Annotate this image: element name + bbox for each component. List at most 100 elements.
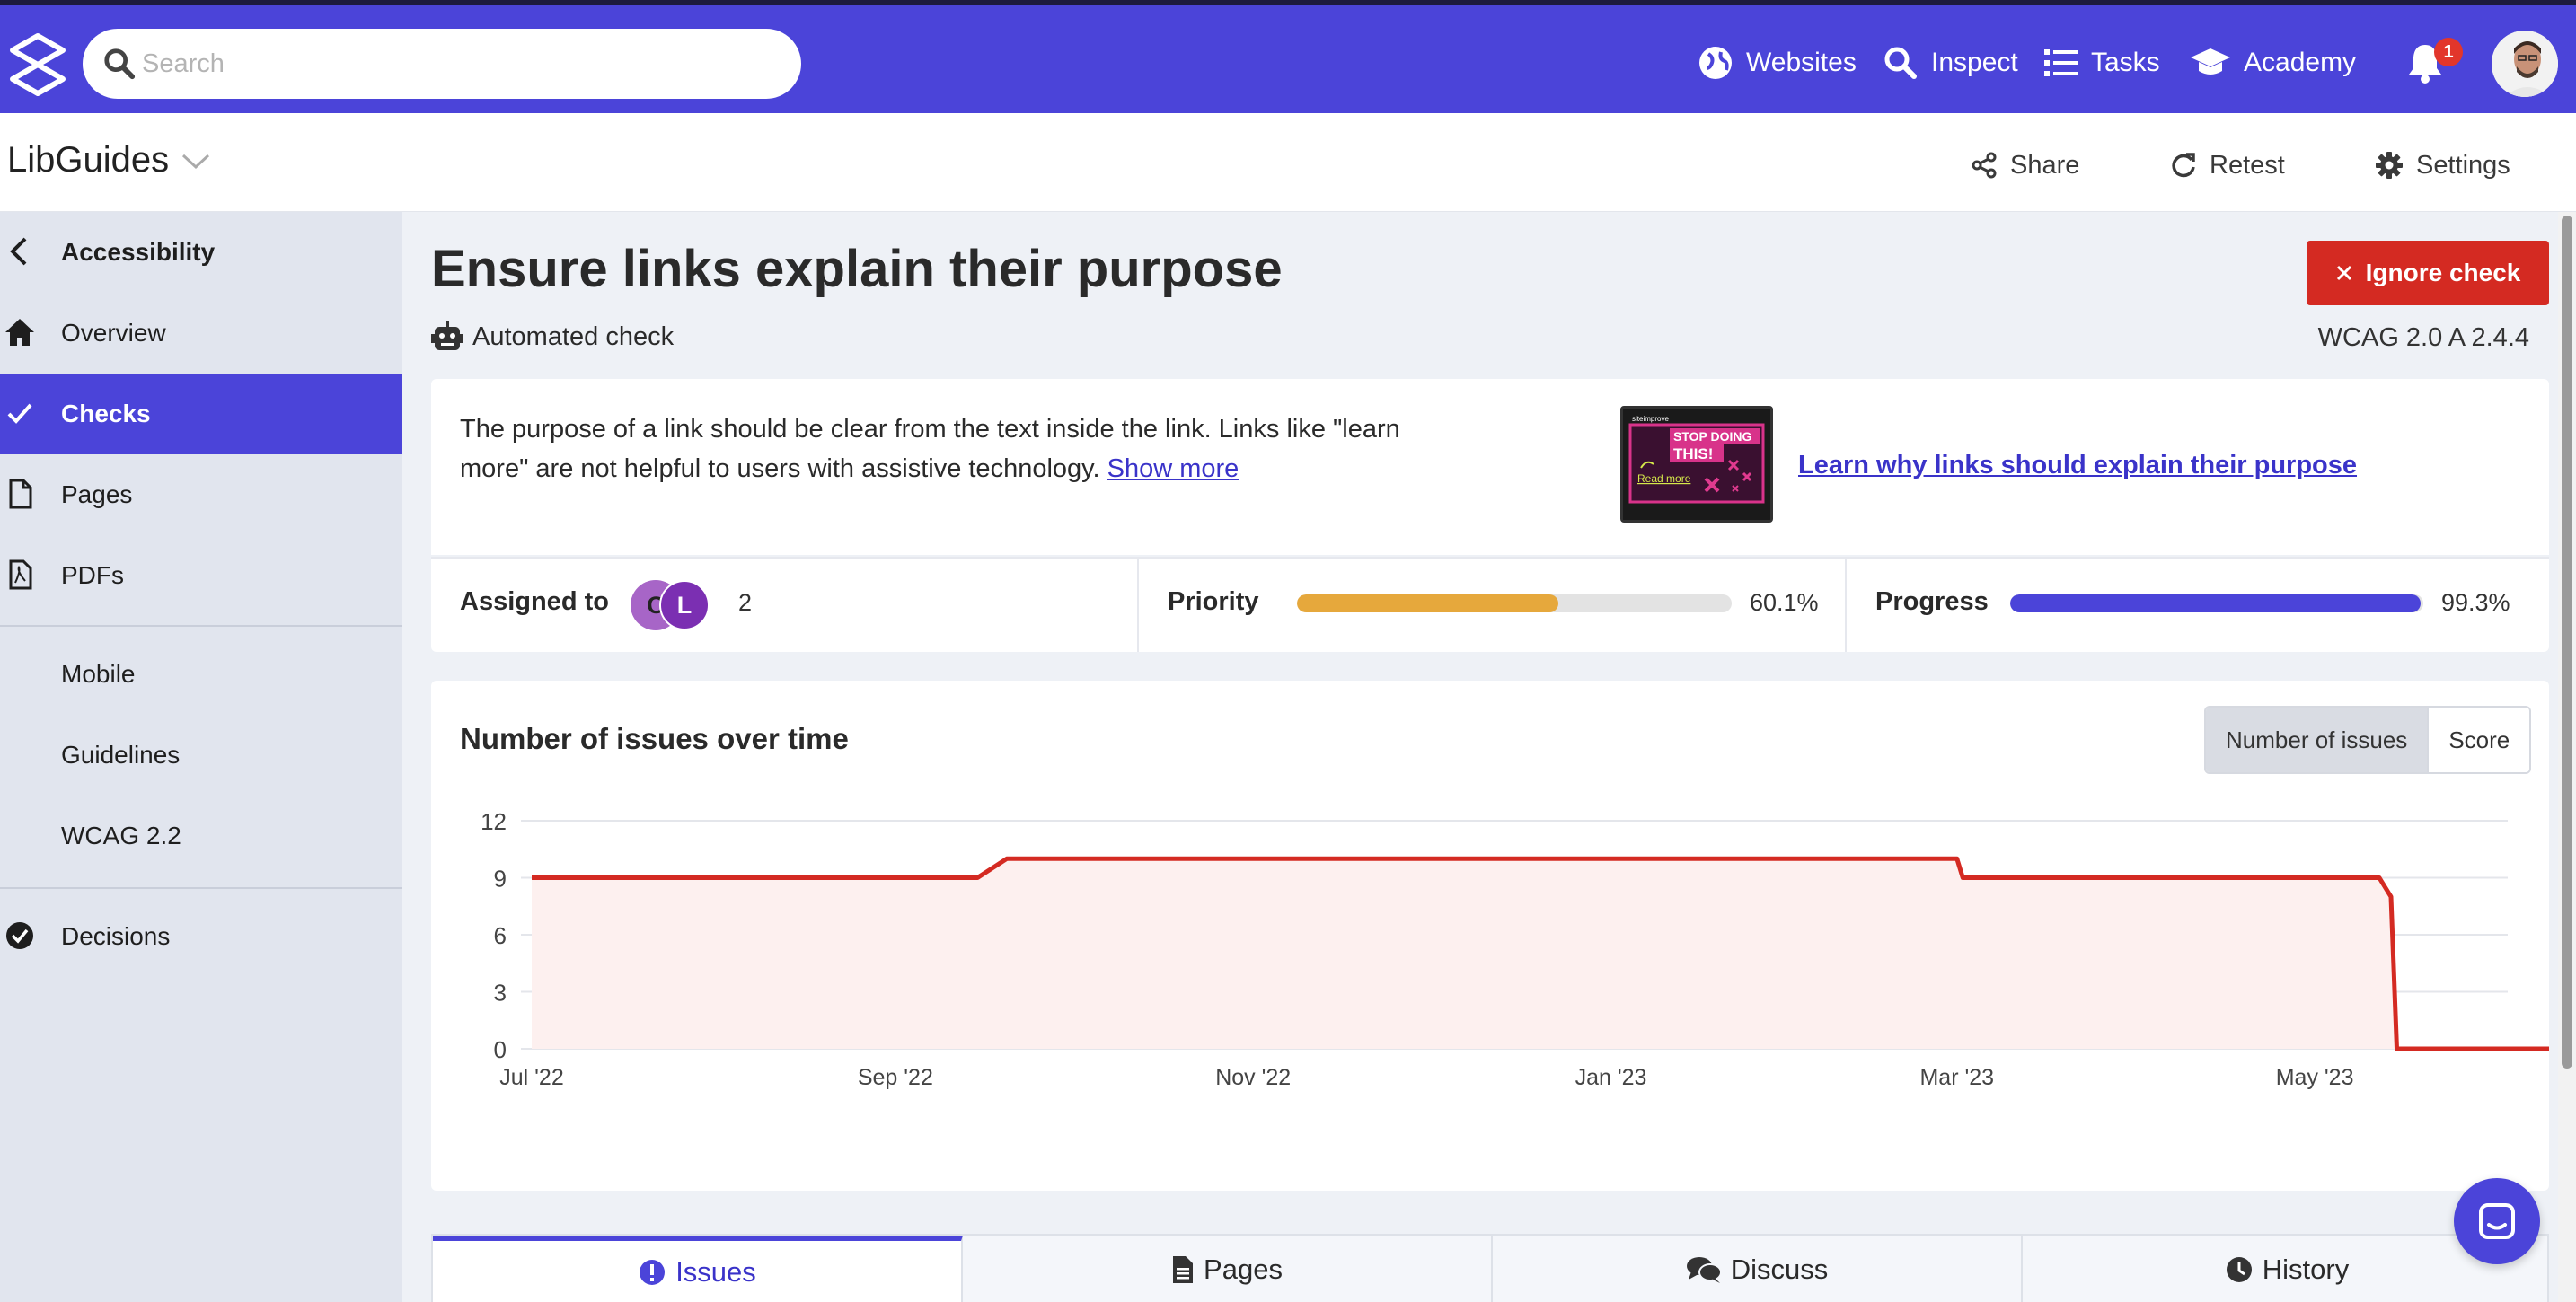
sidebar-item-decisions[interactable]: Decisions bbox=[0, 896, 402, 977]
sidebar-item-guidelines[interactable]: Guidelines bbox=[0, 715, 402, 796]
page-title: Ensure links explain their purpose bbox=[431, 240, 1283, 298]
assignee-avatar[interactable]: L bbox=[659, 580, 710, 630]
tab-pages-label: Pages bbox=[1204, 1254, 1283, 1285]
scrollbar-thumb[interactable] bbox=[2562, 216, 2572, 1069]
priority-section: Priority 60.1% bbox=[1139, 557, 1845, 652]
thumbnail-headline-2: THIS! bbox=[1673, 445, 1713, 462]
chevron-down-icon bbox=[182, 154, 210, 169]
x-tick-label: Sep '22 bbox=[858, 1065, 933, 1090]
assigned-section[interactable]: Assigned to C L 2 bbox=[431, 557, 1137, 652]
tab-pages[interactable]: Pages bbox=[963, 1236, 1493, 1302]
top-navigation-bar: Websites Inspect Tasks Academy 1 bbox=[0, 0, 2576, 113]
detail-tabs: Issues Pages Discuss History bbox=[431, 1234, 2549, 1302]
pdf-file-icon bbox=[9, 559, 32, 590]
sidebar-item-pdfs[interactable]: PDFs bbox=[0, 535, 402, 616]
nav-tasks[interactable]: Tasks bbox=[2044, 40, 2160, 86]
y-tick-label: 6 bbox=[494, 922, 507, 949]
search-input[interactable] bbox=[142, 29, 771, 99]
nav-websites[interactable]: Websites bbox=[1698, 40, 1857, 86]
progress-bar bbox=[2010, 594, 2423, 612]
series-area bbox=[532, 858, 2549, 1049]
search-icon bbox=[1884, 47, 1917, 79]
nav-academy[interactable]: Academy bbox=[2190, 40, 2356, 86]
nav-inspect[interactable]: Inspect bbox=[1883, 40, 2018, 86]
progress-label: Progress bbox=[1875, 587, 1989, 616]
share-button[interactable]: Share bbox=[1971, 147, 2079, 183]
thumbnail-headline-1: STOP DOING bbox=[1673, 429, 1752, 444]
check-description: The purpose of a link should be clear fr… bbox=[460, 409, 1475, 488]
clock-icon bbox=[2226, 1257, 2252, 1282]
x-tick-label: Jul '22 bbox=[499, 1065, 563, 1090]
sidebar: Accessibility Overview Checks Pages PDFs… bbox=[0, 212, 402, 1302]
sidebar-item-overview[interactable]: Overview bbox=[0, 293, 402, 374]
site-subheader: LibGuides Share Retest Settings bbox=[0, 113, 2576, 212]
sidebar-back-accessibility[interactable]: Accessibility bbox=[0, 212, 402, 293]
sidebar-item-pages[interactable]: Pages bbox=[0, 454, 402, 535]
thumbnail-brand: siteimprove bbox=[1632, 415, 1669, 423]
toggle-score[interactable]: Score bbox=[2427, 708, 2530, 772]
tab-issues[interactable]: Issues bbox=[433, 1236, 963, 1302]
sidebar-item-label: Guidelines bbox=[61, 741, 181, 769]
y-tick-label: 12 bbox=[481, 808, 507, 835]
progress-section: Progress 99.3% bbox=[1847, 557, 2549, 652]
retest-button[interactable]: Retest bbox=[2170, 147, 2285, 183]
settings-button[interactable]: Settings bbox=[2375, 147, 2510, 183]
learn-more-link[interactable]: Learn why links should explain their pur… bbox=[1798, 451, 2357, 480]
globe-icon bbox=[1699, 47, 1732, 79]
comments-icon bbox=[1686, 1257, 1722, 1283]
issues-chart-card: 0 3 6 9 12 Jul '22 Sep '22 Nov '22 Jan '23 Mar '2… bbox=[431, 681, 2549, 1191]
document-icon bbox=[1173, 1256, 1194, 1283]
siteimprove-logo[interactable] bbox=[5, 32, 70, 97]
sidebar-item-label: WCAG 2.2 bbox=[61, 822, 181, 849]
sidebar-item-mobile[interactable]: Mobile bbox=[0, 634, 402, 715]
sidebar-item-wcag[interactable]: WCAG 2.2 bbox=[0, 796, 402, 876]
chart-title: Number of issues over time bbox=[460, 722, 849, 755]
sidebar-item-label: PDFs bbox=[61, 561, 124, 589]
share-icon bbox=[1972, 152, 1997, 179]
video-thumbnail[interactable]: siteimprove STOP DOING THIS! Read more bbox=[1620, 406, 1773, 523]
search-icon bbox=[104, 48, 136, 80]
show-more-link[interactable]: Show more bbox=[1107, 454, 1239, 483]
priority-bar-fill bbox=[1297, 594, 1558, 612]
search-bar[interactable] bbox=[83, 29, 801, 99]
priority-bar bbox=[1297, 594, 1732, 612]
sidebar-item-label: Pages bbox=[61, 480, 133, 508]
chart-metric-toggle: Number of issues Score bbox=[2204, 706, 2532, 774]
description-card: The purpose of a link should be clear fr… bbox=[431, 379, 2549, 555]
progress-value: 99.3% bbox=[2441, 589, 2510, 616]
gear-icon bbox=[2376, 152, 2403, 179]
refresh-icon bbox=[2172, 153, 2195, 178]
y-tick-label: 9 bbox=[494, 866, 507, 893]
scrollbar[interactable] bbox=[2558, 212, 2576, 1302]
check-type-label: Automated check bbox=[472, 321, 675, 351]
checkmark-icon bbox=[7, 403, 32, 424]
robot-icon bbox=[431, 321, 463, 350]
x-tick-label: Mar '23 bbox=[1919, 1065, 1994, 1090]
priority-label: Priority bbox=[1168, 587, 1259, 616]
nav-academy-label: Academy bbox=[2244, 48, 2357, 77]
sidebar-item-checks[interactable]: Checks bbox=[0, 374, 402, 454]
graduation-cap-icon bbox=[2191, 48, 2230, 75]
chevron-left-icon bbox=[10, 237, 27, 266]
chat-button[interactable] bbox=[2454, 1178, 2540, 1264]
toggle-number-of-issues[interactable]: Number of issues bbox=[2206, 708, 2428, 772]
retest-label: Retest bbox=[2210, 150, 2285, 180]
wcag-reference: WCAG 2.0 A 2.4.4 bbox=[2317, 323, 2529, 352]
tab-discuss-label: Discuss bbox=[1730, 1254, 1829, 1285]
share-label: Share bbox=[2010, 150, 2080, 180]
thumbnail-caption: Read more bbox=[1637, 472, 1691, 485]
tab-discuss[interactable]: Discuss bbox=[1493, 1236, 2023, 1302]
list-icon bbox=[2044, 49, 2078, 76]
user-photo bbox=[2492, 31, 2558, 97]
site-selector[interactable]: LibGuides bbox=[7, 140, 212, 180]
exclamation-circle-icon bbox=[640, 1260, 666, 1285]
close-icon bbox=[2336, 265, 2351, 281]
check-type: Automated check bbox=[431, 321, 674, 352]
user-avatar[interactable] bbox=[2492, 31, 2558, 97]
main-content: Ensure links explain their purpose Autom… bbox=[402, 212, 2558, 1302]
y-tick-label: 0 bbox=[494, 1036, 507, 1063]
nav-tasks-label: Tasks bbox=[2091, 48, 2160, 77]
y-tick-label: 3 bbox=[494, 980, 507, 1007]
ignore-check-label: Ignore check bbox=[2365, 259, 2521, 286]
ignore-check-button[interactable]: Ignore check bbox=[2307, 241, 2549, 305]
